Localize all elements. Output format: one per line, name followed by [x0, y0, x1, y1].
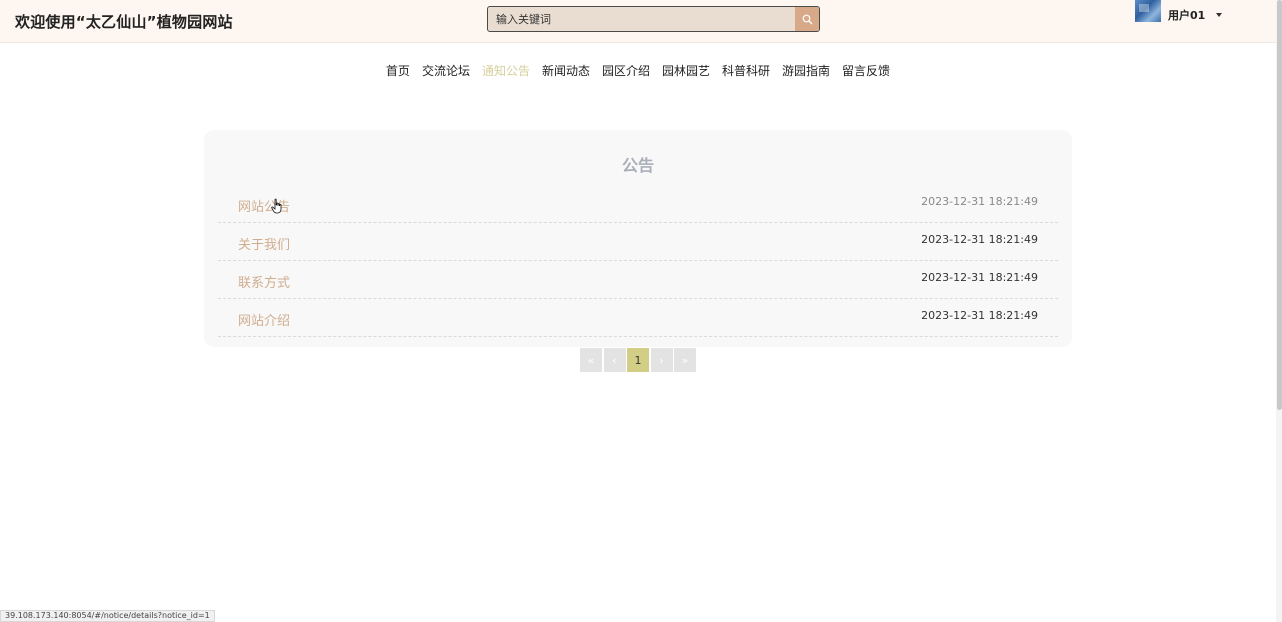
- search-input[interactable]: [488, 7, 796, 31]
- user-menu[interactable]: 用户01: [1135, 0, 1223, 36]
- notice-list: 网站公告 2023-12-31 18:21:49 关于我们 2023-12-31…: [218, 185, 1058, 337]
- search-button[interactable]: [795, 7, 819, 31]
- last-page-button[interactable]: »: [674, 348, 696, 372]
- nav-item-science[interactable]: 科普科研: [722, 62, 770, 79]
- user-name[interactable]: 用户01: [1168, 7, 1205, 23]
- site-title: 欢迎使用“太乙仙山”植物园网站: [15, 13, 233, 31]
- nav-item-home[interactable]: 首页: [386, 62, 410, 79]
- notice-time: 2023-12-31 18:21:49: [921, 309, 1038, 322]
- notice-time: 2023-12-31 18:21:49: [921, 233, 1038, 246]
- pagination: « ‹ 1 › »: [580, 348, 698, 372]
- next-page-button[interactable]: ›: [650, 348, 673, 372]
- scrollbar-thumb[interactable]: [1277, 0, 1282, 410]
- page-button-current[interactable]: 1: [627, 348, 649, 372]
- main-nav: 首页 交流论坛 通知公告 新闻动态 园区介绍 园林园艺 科普科研 游园指南 留言…: [0, 62, 1276, 79]
- list-item[interactable]: 关于我们 2023-12-31 18:21:49: [218, 223, 1058, 261]
- nav-item-gardening[interactable]: 园林园艺: [662, 62, 710, 79]
- nav-item-notice[interactable]: 通知公告: [482, 62, 530, 79]
- nav-item-feedback[interactable]: 留言反馈: [842, 62, 890, 79]
- avatar[interactable]: [1135, 0, 1161, 22]
- notice-time: 2023-12-31 18:21:49: [921, 271, 1038, 284]
- list-item[interactable]: 联系方式 2023-12-31 18:21:49: [218, 261, 1058, 299]
- prev-page-button[interactable]: ‹: [603, 348, 626, 372]
- caret-down-icon[interactable]: [1216, 13, 1223, 17]
- panel-title: 公告: [621, 156, 654, 175]
- nav-item-guide[interactable]: 游园指南: [782, 62, 830, 79]
- notice-panel: 公告 网站公告 2023-12-31 18:21:49 关于我们 2023-12…: [204, 130, 1072, 347]
- notice-title-link[interactable]: 网站介绍: [238, 310, 290, 329]
- list-item[interactable]: 网站介绍 2023-12-31 18:21:49: [218, 299, 1058, 337]
- list-item[interactable]: 网站公告 2023-12-31 18:21:49: [218, 185, 1058, 223]
- scrollbar[interactable]: [1276, 0, 1282, 622]
- nav-item-news[interactable]: 新闻动态: [542, 62, 590, 79]
- notice-time: 2023-12-31 18:21:49: [921, 195, 1038, 208]
- notice-title-link[interactable]: 关于我们: [238, 234, 290, 253]
- search-icon: [802, 10, 813, 29]
- status-bar-url: 39.108.173.140:8054/#/notice/details?not…: [0, 610, 215, 622]
- nav-item-forum[interactable]: 交流论坛: [422, 62, 470, 79]
- search-box: [487, 6, 820, 32]
- hand-pointer-icon: [271, 198, 283, 218]
- top-bar: 欢迎使用“太乙仙山”植物园网站 用户01: [0, 0, 1276, 43]
- first-page-button[interactable]: «: [580, 348, 602, 372]
- nav-item-park-intro[interactable]: 园区介绍: [602, 62, 650, 79]
- notice-title-link[interactable]: 联系方式: [238, 272, 290, 291]
